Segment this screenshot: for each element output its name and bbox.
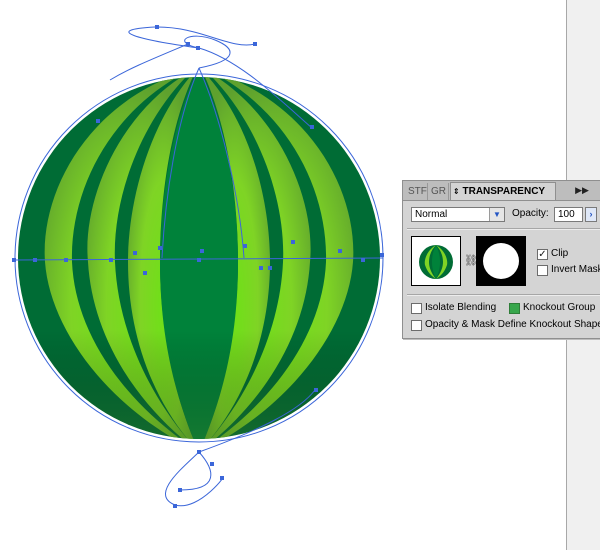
blend-mode-value: Normal [415,209,448,220]
blend-mode-select[interactable]: Normal ▼ [411,207,505,222]
panel-tab-bar: STF GR ⇕ TRANSPARENCY ▶▶ [403,181,600,201]
isolate-blending-label: Isolate Blending [425,302,497,313]
tab-transparency-label: TRANSPARENCY [462,186,546,197]
invert-mask-checkbox[interactable] [537,265,548,276]
knockout-group-checkbox[interactable] [509,303,520,314]
chevron-down-icon[interactable]: ▼ [489,208,504,221]
divider [407,294,600,296]
divider [407,228,600,230]
mask-thumbnail[interactable] [476,236,526,286]
tab-transparency[interactable]: ⇕ TRANSPARENCY [450,182,556,200]
artwork-thumbnail[interactable] [411,236,461,286]
opacity-mask-knockout-label: Opacity & Mask Define Knockout Shape [425,319,600,330]
tab-stroke[interactable]: STF [406,183,428,200]
clip-checkbox[interactable]: ✓ [537,249,548,260]
opacity-input[interactable]: 100 [554,207,583,222]
opacity-arrow-icon[interactable]: › [585,207,597,222]
tab-gradient[interactable]: GR [429,183,449,200]
knockout-group-label: Knockout Group [523,302,596,313]
opacity-mask-knockout-checkbox[interactable] [411,320,422,331]
transparency-panel[interactable]: STF GR ⇕ TRANSPARENCY ▶▶ Normal ▼ Opacit… [402,180,600,339]
invert-mask-label: Invert Mask [551,264,600,275]
tab-arrows-icon: ⇕ [453,187,460,196]
panel-expand-icon[interactable]: ▶▶ [573,184,591,197]
isolate-blending-checkbox[interactable] [411,303,422,314]
opacity-label: Opacity: [512,208,549,219]
clip-label: Clip [551,248,569,259]
